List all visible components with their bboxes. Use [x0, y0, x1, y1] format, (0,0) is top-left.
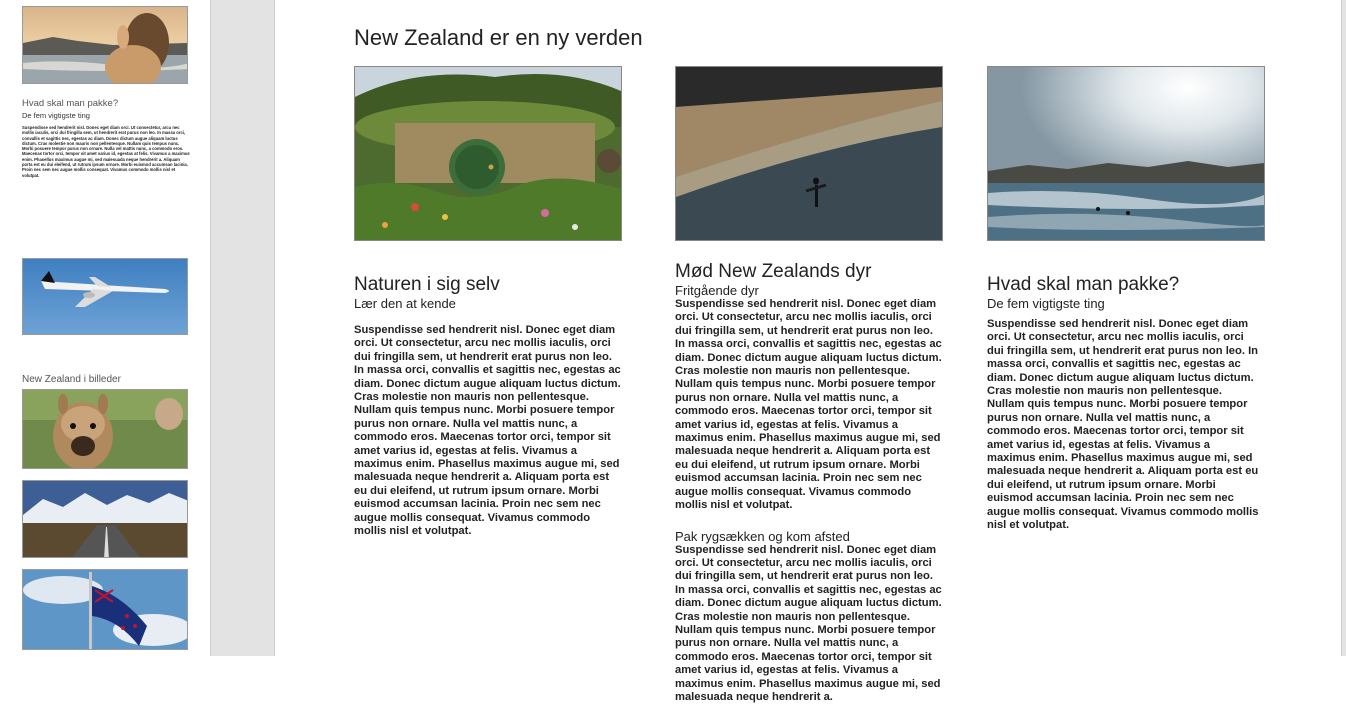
column-body[interactable]: Suspendisse sed hendrerit nisl. Donec eg…: [987, 318, 1259, 533]
thumbnail-beach-photo[interactable]: [22, 6, 188, 84]
gallery-label: New Zealand i billeder: [22, 374, 121, 385]
column-body[interactable]: Suspendisse sed hendrerit nisl. Donec eg…: [354, 324, 622, 539]
thumbnail-body-text: Suspendisse sed hendrerit nisl. Donec eg…: [22, 125, 190, 178]
pane-divider: [211, 0, 275, 656]
column-second-heading[interactable]: Pak rygsækken og kom afsted: [675, 529, 945, 544]
column-packing[interactable]: Hvad skal man pakke? De fem vigtigste ti…: [987, 66, 1257, 533]
column-nature[interactable]: Naturen i sig selv Lær den at kende Susp…: [354, 66, 624, 539]
surfer-beach-image[interactable]: [675, 66, 943, 241]
hobbit-house-image[interactable]: [354, 66, 622, 241]
thumbnail-flag-photo[interactable]: [22, 569, 188, 650]
thumbnail-subheading: De fem vigtigste ting: [22, 111, 190, 120]
thumbnail-airplane-photo[interactable]: [22, 258, 188, 335]
thumbnail-alpaca-photo[interactable]: [22, 389, 188, 469]
right-edge: [1341, 0, 1346, 656]
column-heading[interactable]: Mød New Zealands dyr: [675, 261, 945, 283]
column-animals[interactable]: Mød New Zealands dyr Fritgående dyr Susp…: [675, 66, 945, 704]
ocean-sunset-image[interactable]: [987, 66, 1265, 241]
thumbnail-text-block[interactable]: Hvad skal man pakke? De fem vigtigste ti…: [22, 98, 190, 178]
page-title[interactable]: New Zealand er en ny verden: [354, 25, 643, 51]
column-heading[interactable]: Naturen i sig selv: [354, 274, 624, 296]
column-subheading[interactable]: Fritgående dyr: [675, 283, 945, 298]
column-heading[interactable]: Hvad skal man pakke?: [987, 274, 1257, 296]
column-subheading[interactable]: De fem vigtigste ting: [987, 296, 1257, 311]
column-second-body[interactable]: Suspendisse sed hendrerit nisl. Donec eg…: [675, 544, 943, 704]
thumbnail-heading: Hvad skal man pakke?: [22, 98, 190, 109]
column-subheading[interactable]: Lær den at kende: [354, 296, 624, 311]
column-body[interactable]: Suspendisse sed hendrerit nisl. Donec eg…: [675, 298, 943, 513]
thumbnail-road-photo[interactable]: [22, 480, 188, 558]
thumbnail-sidebar[interactable]: Hvad skal man pakke? De fem vigtigste ti…: [0, 0, 211, 656]
